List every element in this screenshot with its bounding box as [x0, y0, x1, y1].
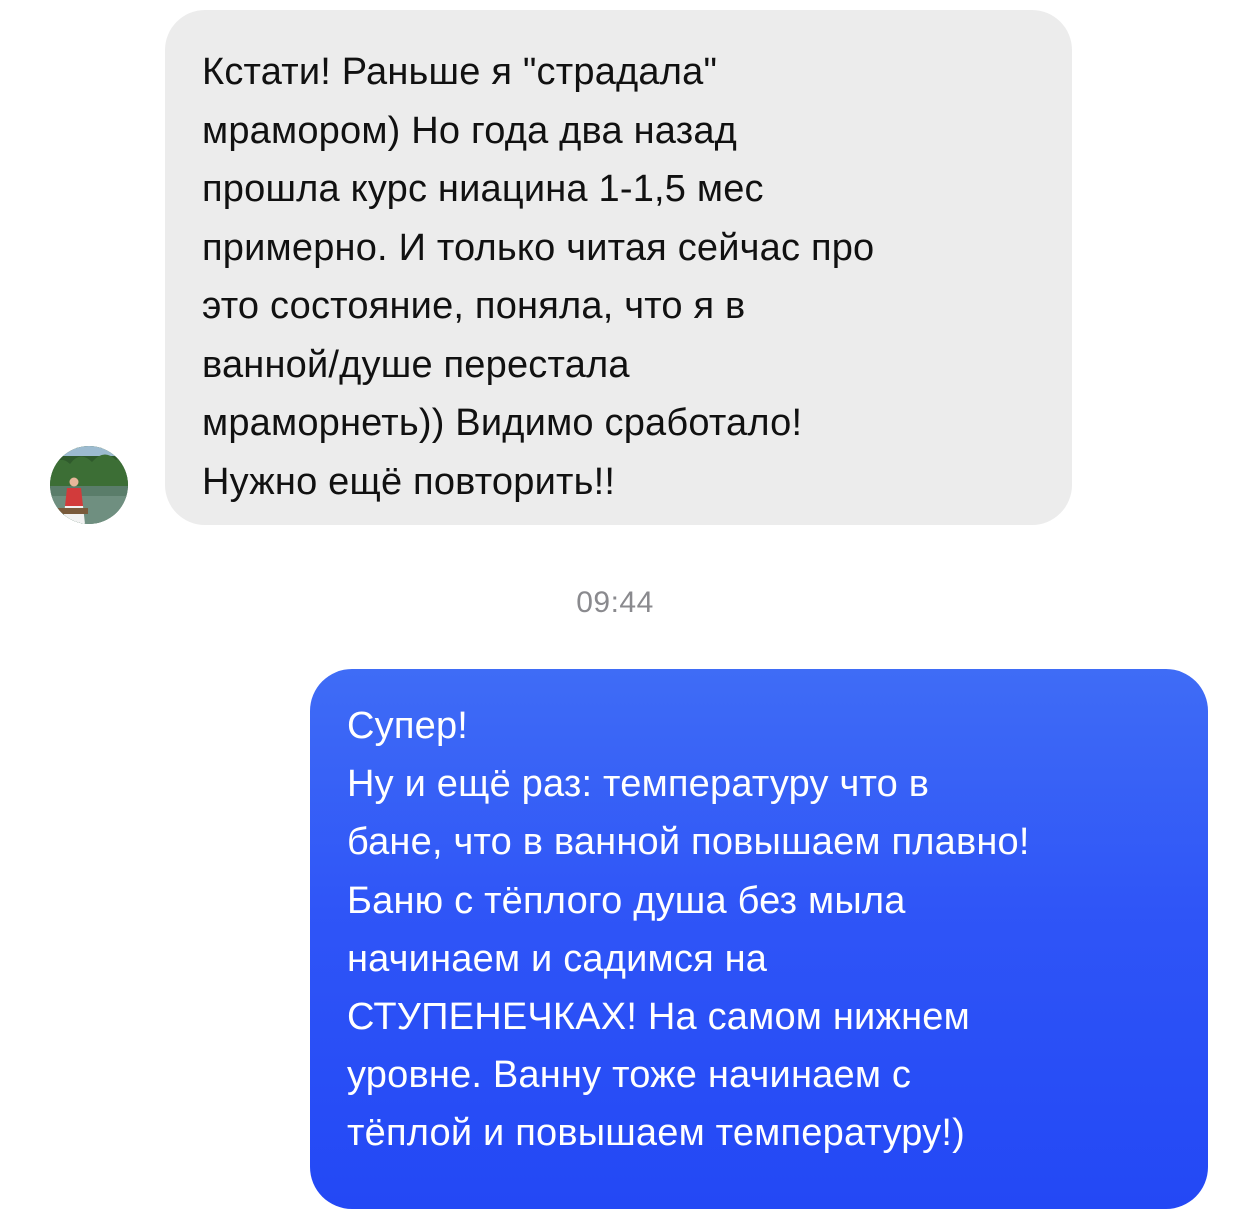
message-line: Ну и ещё раз: температуру что в — [347, 763, 930, 806]
message-line: Кстати! Раньше я "страдала" — [202, 51, 718, 93]
message-line: Нужно ещё повторить!! — [202, 460, 616, 503]
outgoing-message-bubble[interactable]: Супер! Ну и ещё раз: температуру что в б… — [310, 669, 1208, 1209]
message-line: начинаем и садимся на — [347, 937, 768, 980]
message-line: бане, что в ванной повышаем плавно! — [347, 821, 1030, 864]
message-line: мраморнеть)) Видимо сработало! — [202, 402, 803, 444]
message-line: это состояние, поняла, что я в — [202, 285, 746, 327]
message-line: тёплой и повышаем температуру!) — [347, 1112, 965, 1155]
user-avatar-photo-icon — [50, 446, 128, 524]
message-line: Баню с тёплого душа без мыла — [347, 879, 906, 922]
outgoing-message-text: Супер! Ну и ещё раз: температуру что в б… — [347, 697, 1178, 1163]
message-timestamp: 09:44 — [576, 586, 654, 619]
incoming-message-bubble[interactable]: Кстати! Раньше я "страдала" мрамором) Но… — [165, 10, 1072, 525]
avatar[interactable] — [50, 446, 128, 524]
message-line: СТУПЕНЕЧКАХ! На самом нижнем — [347, 996, 970, 1039]
message-line: Супер! — [347, 705, 469, 747]
message-line: прошла курс ниацина 1-1,5 мес — [202, 168, 764, 210]
incoming-message-text: Кстати! Раньше я "страдала" мрамором) Но… — [202, 43, 1036, 511]
message-line: уровне. Ванну тоже начинаем с — [347, 1054, 912, 1097]
chat-thread: Кстати! Раньше я "страдала" мрамором) Но… — [0, 0, 1257, 1209]
message-line: ванной/душе перестала — [202, 343, 630, 386]
message-line: примерно. И только читая сейчас про — [202, 226, 875, 269]
message-line: мрамором) Но года два назад — [202, 109, 738, 152]
